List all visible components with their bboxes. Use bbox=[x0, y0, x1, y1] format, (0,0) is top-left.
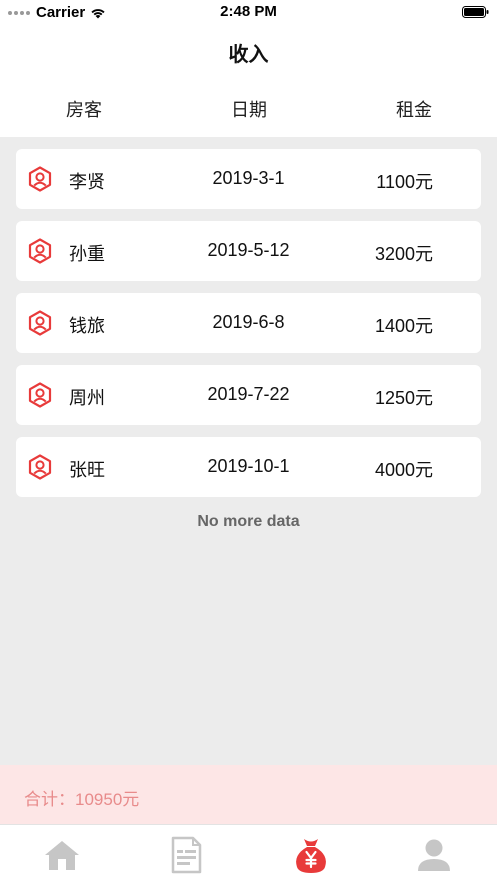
rent-amount: 1250元 bbox=[374, 388, 433, 408]
total-amount: 合计：10950元 bbox=[24, 790, 140, 809]
person-icon bbox=[28, 166, 52, 192]
page-title: 收入 bbox=[228, 44, 269, 66]
person-icon bbox=[28, 238, 52, 264]
tenant-name: 周州 bbox=[69, 388, 105, 408]
tenant-name: 张旺 bbox=[69, 460, 105, 480]
tab-records[interactable] bbox=[166, 835, 206, 875]
payment-date: 2019-5-12 bbox=[207, 240, 290, 260]
user-icon bbox=[418, 839, 450, 871]
rent-amount: 3200元 bbox=[374, 244, 433, 264]
column-headers: 房客 日期 租金 bbox=[0, 96, 497, 120]
tenant-name: 钱旅 bbox=[69, 316, 105, 336]
tab-bar bbox=[0, 824, 497, 883]
person-icon bbox=[28, 310, 52, 336]
payment-date: 2019-3-1 bbox=[212, 168, 285, 188]
rent-amount: 4000元 bbox=[374, 460, 433, 480]
list-item[interactable]: 李贤 2019-3-1 1100元 bbox=[16, 149, 481, 209]
rent-amount: 1400元 bbox=[374, 316, 433, 336]
list-item[interactable]: 钱旅 2019-6-8 1400元 bbox=[16, 293, 481, 353]
document-icon bbox=[171, 836, 202, 874]
tab-home[interactable] bbox=[42, 835, 82, 875]
person-icon bbox=[28, 382, 52, 408]
payment-date: 2019-10-1 bbox=[207, 456, 290, 476]
tenant-name: 李贤 bbox=[69, 172, 105, 192]
status-time: 2:48 PM bbox=[220, 3, 277, 20]
income-list: 李贤 2019-3-1 1100元 孙重 2019-5-12 3200元 钱旅 … bbox=[16, 149, 481, 509]
payment-date: 2019-7-22 bbox=[207, 384, 290, 404]
money-bag-icon bbox=[296, 839, 326, 873]
column-header-tenant: 房客 bbox=[66, 100, 102, 120]
person-icon bbox=[28, 454, 52, 480]
battery-icon bbox=[462, 6, 489, 18]
tenant-name: 孙重 bbox=[69, 244, 105, 264]
rent-amount: 1100元 bbox=[376, 172, 433, 192]
tab-income[interactable] bbox=[291, 835, 331, 875]
no-more-data-label: No more data bbox=[197, 513, 300, 530]
payment-date: 2019-6-8 bbox=[212, 312, 285, 332]
column-header-rent: 租金 bbox=[396, 100, 432, 120]
list-item[interactable]: 周州 2019-7-22 1250元 bbox=[16, 365, 481, 425]
tab-profile[interactable] bbox=[414, 835, 454, 875]
home-icon bbox=[45, 841, 79, 870]
list-item[interactable]: 张旺 2019-10-1 4000元 bbox=[16, 437, 481, 497]
total-bar: 合计：10950元 bbox=[0, 765, 497, 824]
status-bar: Carrier 2:48 PM bbox=[0, 0, 497, 24]
header: 收入 房客 日期 租金 bbox=[0, 24, 497, 137]
list-item[interactable]: 孙重 2019-5-12 3200元 bbox=[16, 221, 481, 281]
column-header-date: 日期 bbox=[231, 100, 267, 120]
